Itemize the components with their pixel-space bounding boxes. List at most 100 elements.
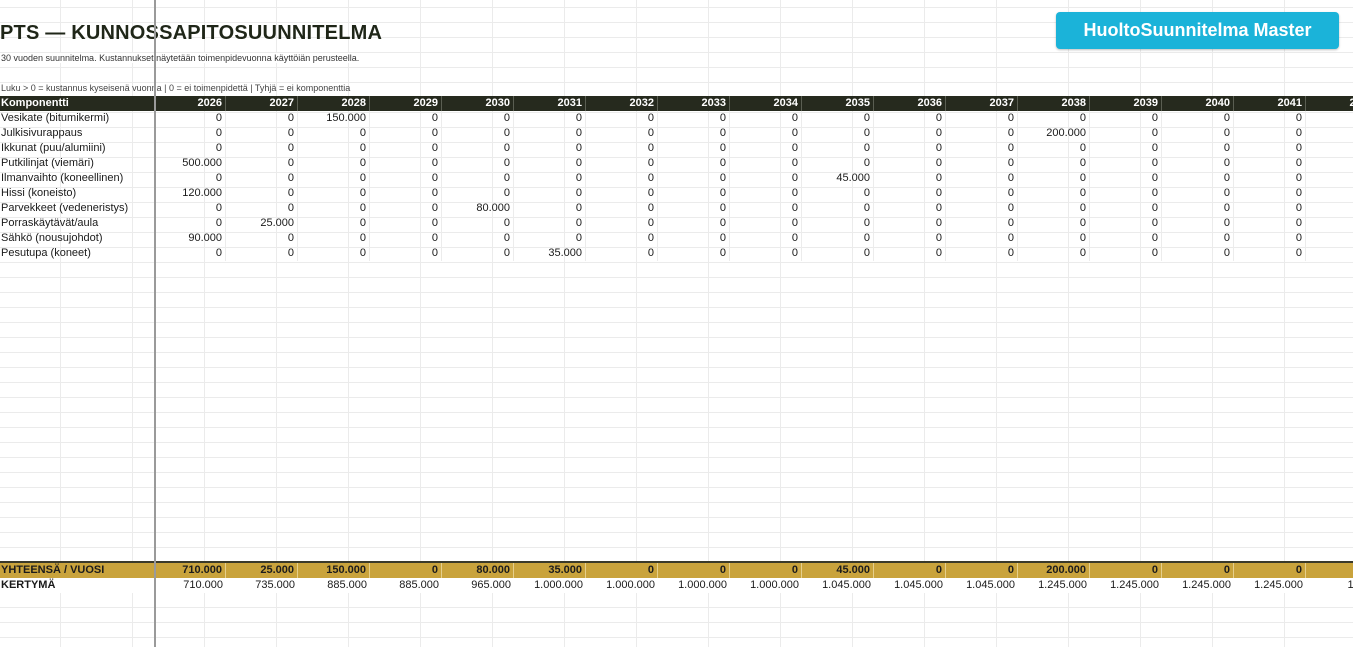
cost-cell[interactable]: 0: [1234, 246, 1306, 261]
cumulative-cell[interactable]: 1.245.000: [1234, 578, 1306, 593]
component-label[interactable]: Pesutupa (koneet): [0, 246, 154, 261]
cost-cell[interactable]: [1306, 156, 1353, 171]
total-cell[interactable]: 25.000: [226, 563, 298, 578]
column-header-year[interactable]: 2038: [1018, 96, 1090, 111]
column-header-year[interactable]: 2037: [946, 96, 1018, 111]
cost-cell[interactable]: 0: [586, 141, 658, 156]
column-header-year[interactable]: 2032: [586, 96, 658, 111]
cost-cell[interactable]: 0: [514, 186, 586, 201]
component-label[interactable]: Julkisivurappaus: [0, 126, 154, 141]
cost-cell[interactable]: 0: [658, 216, 730, 231]
column-header-component[interactable]: Komponentti: [0, 96, 154, 111]
cumulative-cell[interactable]: 1.245.000: [1090, 578, 1162, 593]
cumulative-cell[interactable]: 1.045.000: [874, 578, 946, 593]
cost-cell[interactable]: 0: [442, 231, 514, 246]
cost-cell[interactable]: 0: [946, 246, 1018, 261]
cost-cell[interactable]: 0: [874, 231, 946, 246]
cost-cell[interactable]: 0: [226, 111, 298, 126]
cost-cell[interactable]: [1306, 126, 1353, 141]
cost-cell[interactable]: 0: [1018, 201, 1090, 216]
cost-cell[interactable]: 0: [226, 126, 298, 141]
cost-cell[interactable]: 0: [586, 231, 658, 246]
cost-cell[interactable]: 0: [1162, 111, 1234, 126]
total-cell[interactable]: 0: [1234, 563, 1306, 578]
cost-cell[interactable]: 0: [1018, 231, 1090, 246]
cost-cell[interactable]: 0: [1162, 141, 1234, 156]
cost-cell[interactable]: 0: [730, 141, 802, 156]
component-label[interactable]: Hissi (koneisto): [0, 186, 154, 201]
cost-cell[interactable]: 0: [514, 141, 586, 156]
cost-cell[interactable]: 0: [1234, 171, 1306, 186]
cost-cell[interactable]: 0: [370, 246, 442, 261]
cost-cell[interactable]: 25: [1306, 216, 1353, 231]
cost-cell[interactable]: 0: [802, 126, 874, 141]
cost-cell[interactable]: 500.000: [154, 156, 226, 171]
cost-cell[interactable]: 0: [730, 231, 802, 246]
cost-cell[interactable]: 0: [874, 156, 946, 171]
cost-cell[interactable]: 0: [442, 156, 514, 171]
cost-cell[interactable]: 0: [946, 126, 1018, 141]
cost-cell[interactable]: 0: [1018, 141, 1090, 156]
cost-cell[interactable]: 0: [1234, 201, 1306, 216]
cost-cell[interactable]: 0: [1018, 156, 1090, 171]
cost-cell[interactable]: 0: [1018, 111, 1090, 126]
column-header-year[interactable]: 2042: [1306, 96, 1353, 111]
total-cell[interactable]: 0: [586, 563, 658, 578]
column-header-year[interactable]: 2031: [514, 96, 586, 111]
cumulative-cell[interactable]: 1.245.000: [1162, 578, 1234, 593]
cost-cell[interactable]: 0: [946, 186, 1018, 201]
cumulative-cell[interactable]: 1.000.000: [730, 578, 802, 593]
total-cell[interactable]: 0: [1162, 563, 1234, 578]
cost-cell[interactable]: 0: [730, 156, 802, 171]
cumulative-cell[interactable]: 710.000: [154, 578, 226, 593]
total-cell[interactable]: 150.000: [298, 563, 370, 578]
cost-cell[interactable]: 0: [1162, 126, 1234, 141]
cost-cell[interactable]: 0: [1090, 126, 1162, 141]
cost-cell[interactable]: 0: [514, 216, 586, 231]
cost-cell[interactable]: 0: [802, 156, 874, 171]
component-label[interactable]: Ikkunat (puu/alumiini): [0, 141, 154, 156]
cost-cell[interactable]: 0: [226, 246, 298, 261]
cost-cell[interactable]: 0: [298, 246, 370, 261]
cost-cell[interactable]: 0: [586, 216, 658, 231]
column-header-year[interactable]: 2034: [730, 96, 802, 111]
cost-cell[interactable]: 0: [226, 156, 298, 171]
cost-cell[interactable]: 0: [730, 186, 802, 201]
cost-cell[interactable]: 0: [1090, 171, 1162, 186]
cost-cell[interactable]: 0: [442, 126, 514, 141]
cost-cell[interactable]: 0: [1234, 186, 1306, 201]
total-cell[interactable]: 0: [730, 563, 802, 578]
cumulative-cell[interactable]: 1.000.000: [586, 578, 658, 593]
cost-cell[interactable]: 0: [586, 111, 658, 126]
cost-cell[interactable]: 0: [1162, 156, 1234, 171]
cost-cell[interactable]: 0: [1090, 141, 1162, 156]
cost-cell[interactable]: 0: [1090, 201, 1162, 216]
cost-cell[interactable]: 0: [1234, 126, 1306, 141]
cost-cell[interactable]: 0: [802, 246, 874, 261]
cost-cell[interactable]: 0: [1234, 231, 1306, 246]
cost-cell[interactable]: 0: [298, 141, 370, 156]
cost-cell[interactable]: 0: [1090, 111, 1162, 126]
cost-cell[interactable]: 0: [1090, 246, 1162, 261]
cost-cell[interactable]: 0: [1018, 171, 1090, 186]
cost-cell[interactable]: 80.000: [442, 201, 514, 216]
cost-cell[interactable]: 0: [802, 186, 874, 201]
cost-cell[interactable]: 0: [586, 126, 658, 141]
cost-cell[interactable]: 0: [1234, 156, 1306, 171]
cost-cell[interactable]: 0: [802, 231, 874, 246]
cost-cell[interactable]: 0: [802, 111, 874, 126]
cost-cell[interactable]: 0: [802, 141, 874, 156]
cost-cell[interactable]: 45.000: [802, 171, 874, 186]
cost-cell[interactable]: 0: [1234, 216, 1306, 231]
cost-cell[interactable]: 0: [586, 171, 658, 186]
cost-cell[interactable]: [1306, 111, 1353, 126]
total-cell[interactable]: 0: [658, 563, 730, 578]
cost-cell[interactable]: 0: [802, 216, 874, 231]
cost-cell[interactable]: 0: [730, 201, 802, 216]
cost-cell[interactable]: 0: [730, 126, 802, 141]
cost-cell[interactable]: 0: [874, 171, 946, 186]
component-label[interactable]: Parvekkeet (vedeneristys): [0, 201, 154, 216]
cost-cell[interactable]: 0: [154, 201, 226, 216]
cost-cell[interactable]: [1306, 246, 1353, 261]
cumulative-cell[interactable]: 965.000: [442, 578, 514, 593]
